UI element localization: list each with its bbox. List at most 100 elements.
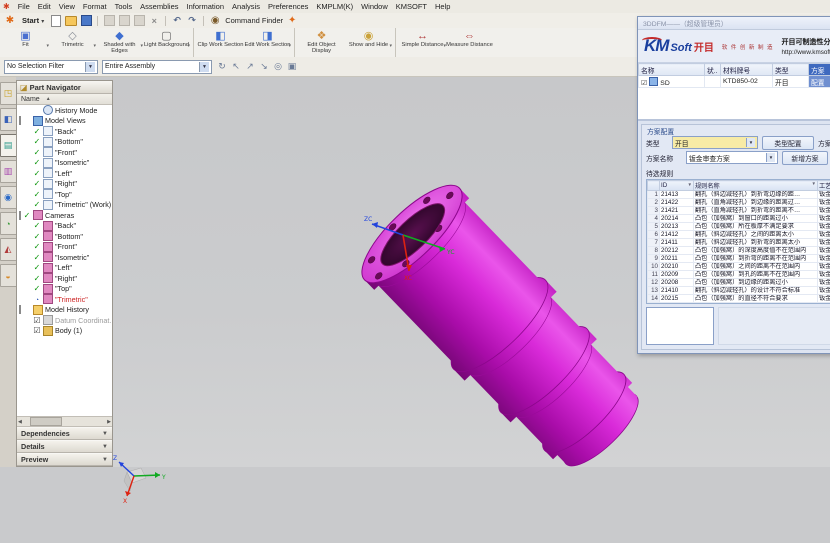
tree-check-icon[interactable] [33,326,41,335]
tree-item[interactable]: History Mode [17,105,112,116]
tree-check-icon[interactable] [33,316,41,325]
chevron-down-icon[interactable]: ▾ [288,43,291,49]
tree-item[interactable]: "Right" [17,179,112,190]
chevron-down-icon[interactable]: ▼ [766,153,775,162]
resource-bar-button[interactable]: ◳ [0,82,17,105]
tree-item[interactable]: "Right" [17,273,112,284]
tree-expander[interactable] [19,211,21,220]
rule-row[interactable]: 13 21410 翻孔（斜边减轻孔）的设计不符合标准 钣金 翻孔 [648,287,830,295]
toolbar-button[interactable]: ◉ Show and Hide ▾ [345,28,392,57]
tree-check-icon[interactable] [33,169,41,178]
selection-filter-combo[interactable]: No Selection Filter▼ [4,60,98,74]
tree-item[interactable]: "Isometric" [17,252,112,263]
menu-item[interactable]: Preferences [264,2,312,11]
tree-item[interactable]: Model Views [17,116,112,127]
selection-tool-icon[interactable]: ↗ [244,61,256,72]
tree-check-icon[interactable] [33,158,41,167]
tree-item[interactable]: Model History [17,305,112,316]
resource-bar-button[interactable]: ◉ [0,186,17,209]
selection-tool-icon[interactable]: ▣ [286,61,298,72]
tree-item[interactable]: "Back" [17,221,112,232]
tree-check-icon[interactable] [23,211,31,220]
rule-row[interactable]: 14 20215 凸包（加强窝）的直径不符合要求 钣金 凸包 [648,295,830,303]
toolbar-button[interactable]: ↔ Simple Distance ▾ [395,28,446,57]
chevron-down-icon[interactable]: ▼ [746,138,755,147]
toolbar-button[interactable]: ◇ Trimetric ▾ [49,28,96,57]
part-navigator-header[interactable]: ◪ Part Navigator [17,81,112,94]
tree-item[interactable]: "Left" [17,263,112,274]
scroll-left-icon[interactable]: ◀ [18,419,22,425]
menu-item[interactable]: KMSOFT [392,2,431,11]
selection-tool-icon[interactable]: ◎ [272,61,284,72]
tree-item[interactable]: "Front" [17,242,112,253]
tree-item[interactable]: Body (1) [17,326,112,337]
redo-icon[interactable]: ↷ [186,15,198,26]
col-header-scheme[interactable]: 方案 [809,64,830,76]
row-checkbox[interactable]: ☑ [641,80,647,87]
col-header-process-type[interactable]: 工艺类型▼ [818,181,830,191]
menu-item[interactable]: Analysis [228,2,264,11]
tree-check-icon[interactable] [33,232,41,241]
rule-row[interactable]: 1 21413 翻孔（斜边减轻孔）到折弯边缘的距… 钣金 翻孔 [648,191,830,199]
resource-bar-button[interactable]: ◔ [0,212,17,235]
new-file-icon[interactable] [51,15,61,27]
tree-check-icon[interactable] [33,274,41,283]
tree-check-icon[interactable] [33,295,41,304]
scrollbar-thumb[interactable] [30,417,62,426]
chevron-down-icon[interactable]: ▼ [102,431,108,437]
toolbar-button[interactable]: ❖ Edit Object Display [294,28,345,57]
rule-row[interactable]: 9 20211 凸包（加强窝）到折弯的距离不在范围内 钣金 凸包 [648,255,830,263]
save-icon[interactable] [81,15,92,26]
chevron-down-icon[interactable]: ▼ [102,444,108,450]
toolbar-button[interactable]: ◧ Clip Work Section [193,28,244,57]
palette-icon[interactable]: ✦ [286,15,298,26]
horizontal-scrollbar[interactable]: ◀ ▶ [17,417,112,427]
toolbar-button[interactable]: ◨ Edit Work Section ▾ [244,28,291,57]
tree-check-icon[interactable] [33,137,41,146]
chevron-down-icon[interactable]: ▼ [199,62,209,72]
command-finder-button[interactable]: Command Finder [225,16,283,25]
selection-tool-icon[interactable]: ↻ [216,61,228,72]
tree-expander[interactable] [19,116,21,125]
selection-scope-combo[interactable]: Entire Assembly▼ [102,60,212,74]
scheme-name-combo[interactable]: 钣金审查方案▼ [686,151,778,164]
tree-check-icon[interactable] [33,242,41,251]
toolbar-button[interactable]: ⇔ Measure Distance [446,28,493,57]
menu-item[interactable]: Edit [34,2,55,11]
tree-item[interactable]: Cameras [17,210,112,221]
toolbar-button[interactable]: ▢ Light Background ▾ [143,28,190,57]
tree-item[interactable]: "Trimetric" [17,294,112,305]
collapsed-panel-bar[interactable]: Details ▼ [17,440,112,453]
col-header-type[interactable]: 类型 [773,64,809,76]
resource-bar-button[interactable]: ▥ [0,160,17,183]
tree-item[interactable]: Datum Coordinat... [17,315,112,326]
chevron-down-icon[interactable]: ▼ [85,62,95,72]
rule-row[interactable]: 8 20212 凸包（加强窝）的深度高度值不在范围内 钣金 凸包 [648,247,830,255]
menu-item[interactable]: Help [431,2,454,11]
open-file-icon[interactable] [65,16,77,26]
rule-row[interactable]: 11 20209 凸包（加强窝）到孔的距离不在范围内 钣金 凸包 [648,271,830,279]
selection-tool-icon[interactable]: ↘ [258,61,270,72]
resource-bar-button[interactable]: ▤ [0,134,17,157]
rule-row[interactable]: 12 20208 凸包（加强窝）到边缘的距离过小 钣金 凸包 [648,279,830,287]
tree-item[interactable]: "Back" [17,126,112,137]
toolbar-button[interactable]: ▣ Fit ▾ [2,28,49,57]
tree-item[interactable]: "Left" [17,168,112,179]
menu-item[interactable]: View [55,2,79,11]
scroll-right-icon[interactable]: ▶ [107,419,111,425]
resource-bar-button[interactable]: ◭ [0,238,17,261]
tree-check-icon[interactable] [33,263,41,272]
type-combo[interactable]: 开目▼ [672,136,758,149]
col-header-rule-name[interactable]: 规则名称▼ [694,181,818,191]
menu-item[interactable]: KMPLM(K) [312,2,357,11]
chevron-down-icon[interactable]: ▾ [187,43,190,49]
menu-item[interactable]: Format [79,2,111,11]
rule-row[interactable]: 3 21421 翻孔（直角减轻孔）到折弯的距离不… 钣金 翻孔 [648,207,830,215]
tree-check-icon[interactable] [33,221,41,230]
rule-row[interactable]: 7 21411 翻孔（斜边减轻孔）到折弯的距离太小 钣金 翻孔 [648,239,830,247]
col-header-index[interactable] [648,181,660,191]
menu-item[interactable]: Window [357,2,392,11]
col-header-status[interactable]: 状.. [705,64,721,76]
tree-check-icon[interactable] [33,179,41,188]
tree-check-icon[interactable] [33,148,41,157]
